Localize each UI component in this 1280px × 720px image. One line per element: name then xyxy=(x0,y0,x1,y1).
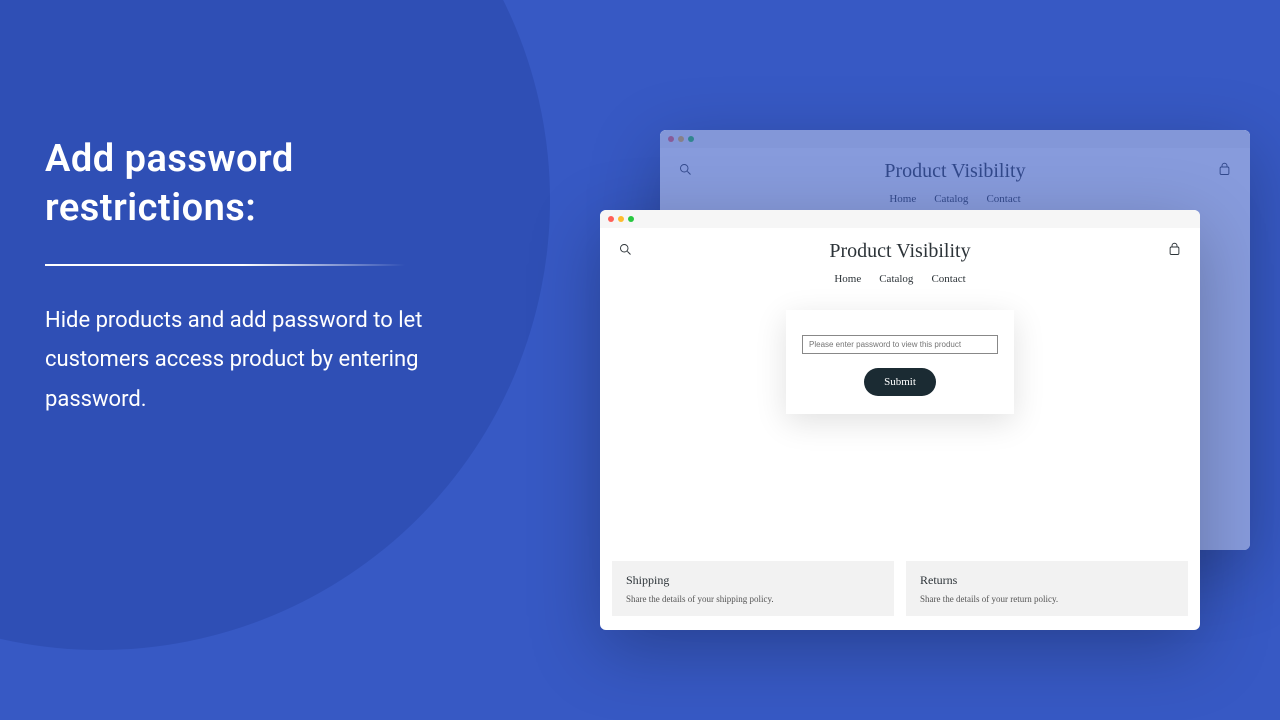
marketing-body: Hide products and add password to let cu… xyxy=(45,301,485,420)
policy-shipping: Shipping Share the details of your shipp… xyxy=(612,561,894,616)
submit-button[interactable]: Submit xyxy=(864,368,936,396)
maximize-icon xyxy=(628,216,634,222)
policy-returns-text: Share the details of your return policy. xyxy=(920,594,1174,604)
store-title: Product Visibility xyxy=(633,240,1167,263)
store-nav: Home Catalog Contact xyxy=(600,263,1200,299)
cart-icon[interactable] xyxy=(1167,242,1182,261)
marketing-headline: Add password restrictions: xyxy=(45,135,485,234)
browser-window-front: Product Visibility Home Catalog Contact … xyxy=(600,210,1200,630)
nav-contact[interactable]: Contact xyxy=(931,273,965,285)
nav-home[interactable]: Home xyxy=(834,273,861,285)
close-icon xyxy=(608,216,614,222)
marketing-copy: Add password restrictions: Hide products… xyxy=(45,135,485,420)
policy-row: Shipping Share the details of your shipp… xyxy=(612,561,1188,616)
titlebar xyxy=(600,210,1200,228)
search-icon[interactable] xyxy=(618,242,633,261)
policy-returns: Returns Share the details of your return… xyxy=(906,561,1188,616)
password-input[interactable] xyxy=(802,335,998,354)
store-header: Product Visibility xyxy=(600,228,1200,263)
policy-returns-title: Returns xyxy=(920,573,1174,588)
divider xyxy=(45,264,405,266)
policy-shipping-text: Share the details of your shipping polic… xyxy=(626,594,880,604)
policy-shipping-title: Shipping xyxy=(626,573,880,588)
minimize-icon xyxy=(618,216,624,222)
nav-catalog[interactable]: Catalog xyxy=(879,273,913,285)
password-card: Submit xyxy=(786,310,1014,414)
